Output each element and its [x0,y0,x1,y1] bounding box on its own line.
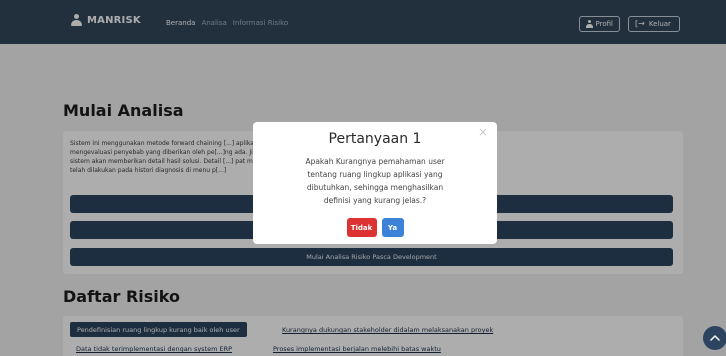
modal-title: Pertanyaan 1 [328,131,422,147]
modal-actions: Tidak Ya [253,218,497,237]
scroll-top-button[interactable] [703,326,726,350]
close-icon[interactable]: × [478,126,488,138]
chevron-up-icon [710,335,720,341]
question-modal: Pertanyaan 1 × Apakah Kurangnya pemahama… [253,122,497,244]
no-button[interactable]: Tidak [346,218,377,237]
yes-button[interactable]: Ya [381,218,404,237]
modal-question: Apakah Kurangnya pemahaman user tentang … [305,157,445,205]
